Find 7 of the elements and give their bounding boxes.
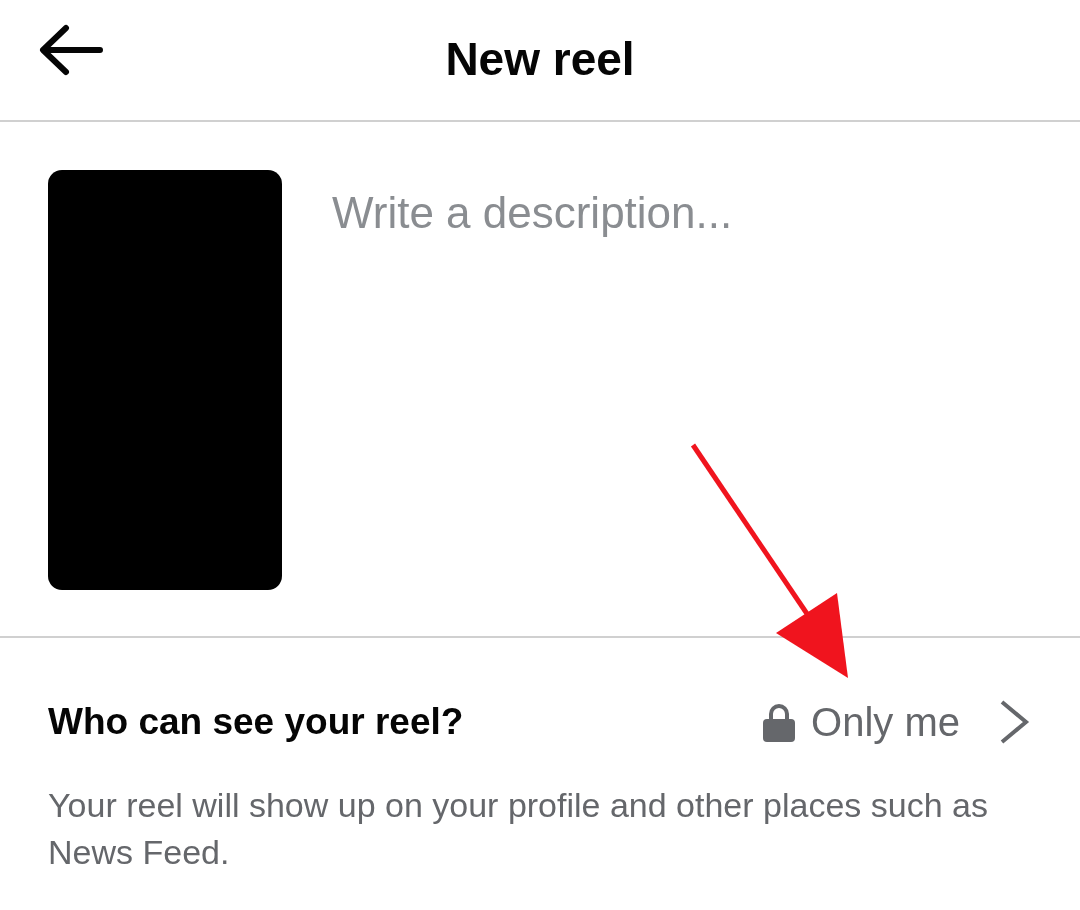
help-text: Your reel will show up on your profile and other places such as News Feed. [47, 785, 989, 873]
description-field[interactable]: Write a description... [332, 170, 1032, 290]
privacy-label: Who can see your reel? [48, 700, 464, 745]
page-title: New reel [445, 32, 635, 88]
privacy-selector[interactable]: Only me [763, 692, 1032, 752]
back-button[interactable] [38, 24, 104, 76]
lock-icon [763, 702, 796, 742]
